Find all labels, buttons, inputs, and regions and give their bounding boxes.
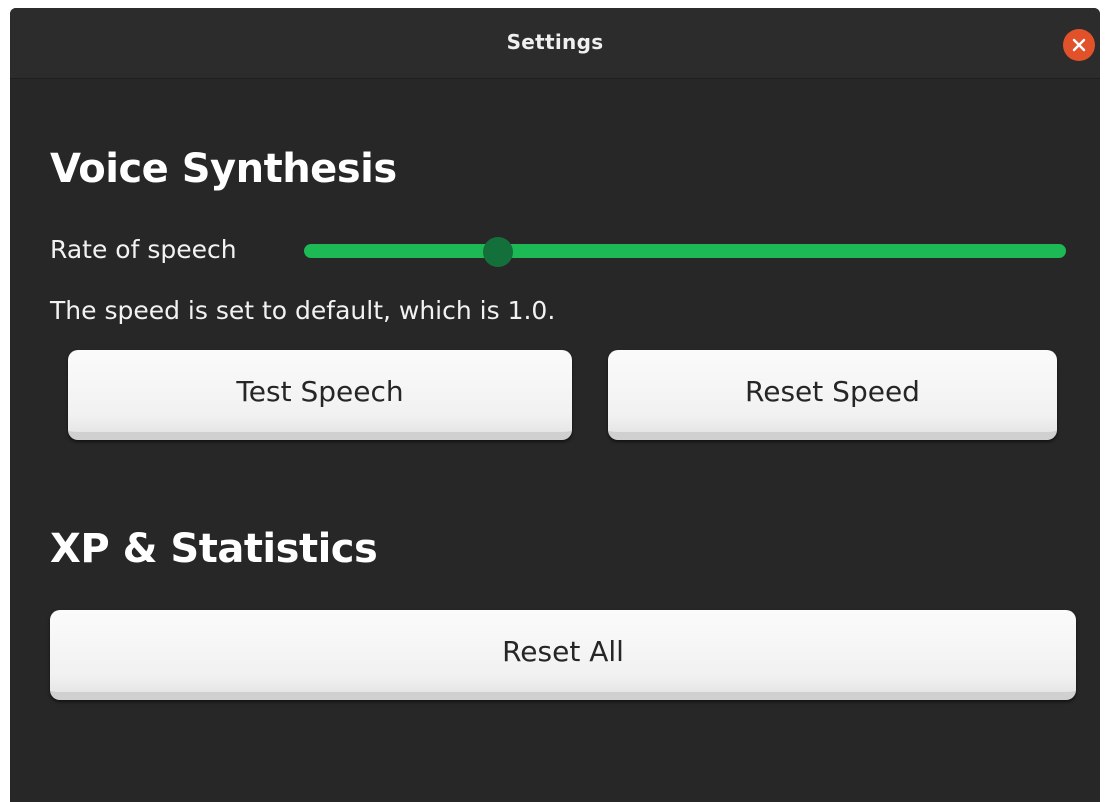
title-bar: Settings: [10, 8, 1100, 79]
test-speech-button[interactable]: Test Speech: [68, 350, 572, 440]
window-title: Settings: [506, 30, 604, 54]
reset-speed-button[interactable]: Reset Speed: [608, 350, 1057, 440]
voice-synthesis-heading: Voice Synthesis: [50, 146, 397, 192]
slider-track[interactable]: [304, 244, 1066, 258]
rate-of-speech-label: Rate of speech: [50, 235, 237, 264]
close-button[interactable]: [1063, 29, 1095, 61]
settings-window: Settings Voice Synthesis Rate of speech …: [10, 8, 1100, 802]
close-icon: [1072, 38, 1086, 52]
slider-thumb[interactable]: [483, 237, 514, 267]
speed-status-text: The speed is set to default, which is 1.…: [50, 296, 556, 325]
rate-of-speech-slider[interactable]: [304, 237, 1066, 267]
reset-all-button[interactable]: Reset All: [50, 610, 1076, 700]
xp-statistics-heading: XP & Statistics: [50, 526, 378, 572]
